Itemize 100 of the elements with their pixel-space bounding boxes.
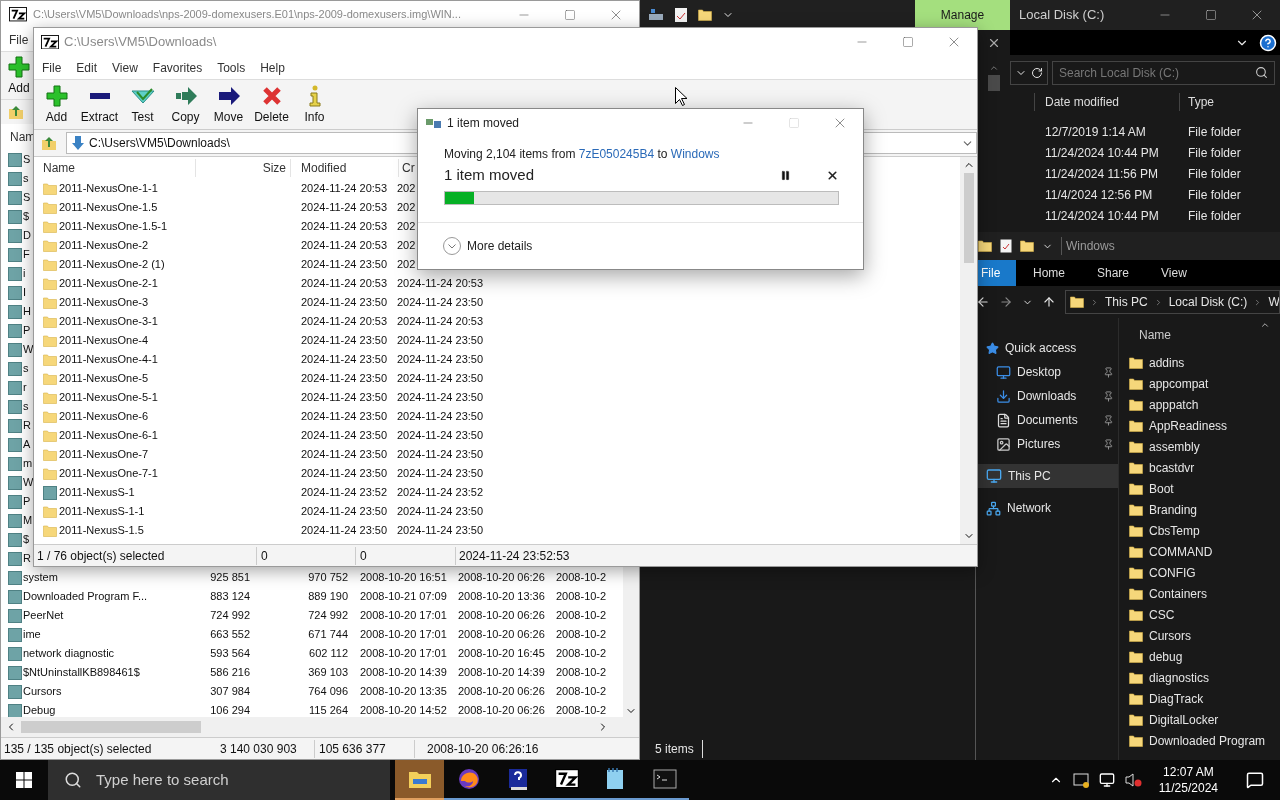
folder-name[interactable]: CbsTemp [1149, 521, 1200, 540]
source-link[interactable]: 7zE050245B4 [578, 147, 655, 161]
file-name[interactable]: 2011-NexusOne-1.5-1 [59, 220, 168, 233]
folder-name[interactable]: assembly [1149, 437, 1200, 456]
file-name[interactable]: 2011-NexusS-1-1 [59, 505, 145, 518]
folder-name[interactable]: debug [1149, 647, 1183, 666]
folder-name[interactable]: COMMAND [1149, 542, 1213, 561]
table-cell-text: 2008-10-21 07:09 [359, 589, 448, 605]
file-name[interactable]: 2011-NexusOne-6 [59, 410, 149, 423]
folder-name[interactable]: Boot [1149, 479, 1174, 498]
folder-name[interactable]: Branding [1149, 500, 1198, 519]
window-title: Windows [1061, 237, 1115, 255]
file-name[interactable]: 2011-NexusOne-3 [59, 296, 149, 309]
file-name[interactable]: 2011-NexusS-1 [59, 486, 135, 499]
folder-name[interactable]: DiagTrack [1149, 689, 1204, 708]
menu-item[interactable]: File [41, 58, 63, 77]
table-cell-text: File folder [1187, 186, 1241, 204]
table-cell-text: 2024-11-24 23:50 [397, 333, 484, 349]
table-cell-text: 2024-11-24 23:50 [397, 523, 484, 539]
window-title: C:\Users\VM5\Downloads\nps-2009-domexusers.E01\nps-2009-domexusers.img\WIN... [33, 7, 461, 23]
ribbon-tab[interactable]: Home [1033, 260, 1065, 286]
breadcrumb-item[interactable]: W [1268, 293, 1279, 311]
nav-item[interactable]: Documents [976, 408, 1118, 432]
nav-item[interactable]: Pictures [976, 432, 1118, 456]
breadcrumb-item[interactable]: Local Disk (C:) [1168, 293, 1248, 311]
file-name[interactable]: 2011-NexusOne-5 [59, 372, 149, 385]
nav-item[interactable]: Quick access [976, 336, 1118, 360]
toolbar-button[interactable]: Test [121, 83, 164, 126]
folder-name[interactable]: diagnostics [1149, 668, 1210, 687]
table-cell-text: 2008-10-20 16:45 [458, 646, 546, 662]
folder-name[interactable]: AppReadiness [1149, 416, 1228, 435]
ribbon-tab[interactable]: Share [1097, 260, 1130, 286]
folder-name[interactable]: appcompat [1149, 374, 1209, 393]
toolbar-button[interactable]: Info [293, 83, 336, 126]
table-cell-text: 2008-10-20 06:26 [458, 627, 546, 643]
search-field[interactable]: Search Local Disk (C:) [1052, 60, 1275, 85]
column-header[interactable]: Cr [399, 159, 415, 177]
nav-item[interactable]: Downloads [976, 384, 1118, 408]
menu-item[interactable]: Tools [216, 58, 247, 77]
column-header[interactable]: Date modified [1045, 95, 1120, 109]
file-name[interactable]: 2011-NexusOne-1-1 [59, 182, 158, 195]
file-name[interactable]: 2011-NexusOne-4-1 [59, 353, 158, 366]
table-cell-text: D [23, 228, 31, 244]
nav-item[interactable]: Network [976, 496, 1118, 520]
file-name[interactable]: 2011-NexusOne-2 [59, 239, 149, 252]
table-cell-text: 202 [397, 219, 416, 235]
status-text: 5 items [655, 740, 703, 758]
toolbar-button[interactable]: Add [35, 83, 78, 126]
menu-item[interactable]: Help [259, 58, 286, 77]
folder-name[interactable]: bcastdvr [1149, 458, 1195, 477]
menu-item[interactable]: Favorites [151, 58, 204, 77]
menu-item[interactable]: File [9, 30, 29, 49]
folder-name[interactable]: CONFIG [1149, 563, 1196, 582]
column-header[interactable]: Size [196, 159, 291, 177]
table-cell-text: 970 752 [307, 570, 348, 586]
toolbar-button[interactable]: Move [207, 83, 250, 126]
column-header[interactable]: Name [34, 159, 196, 177]
ribbon-tab[interactable]: File [976, 260, 1016, 286]
file-name[interactable]: 2011-NexusOne-2-1 [59, 277, 158, 290]
file-name[interactable]: 2011-NexusOne-5-1 [59, 391, 158, 404]
nav-item[interactable]: Desktop [976, 360, 1118, 384]
file-name[interactable]: 2011-NexusS-1.5 [59, 524, 144, 537]
file-name[interactable]: 2011-NexusOne-2 (1) [59, 258, 165, 271]
address-bar[interactable]: This PC Local Disk (C:) W [1065, 290, 1280, 314]
menu-item[interactable]: View [111, 58, 139, 77]
table-cell: 11/24/2024 10:44 PM [1045, 208, 1159, 223]
breadcrumb-item[interactable]: This PC [1105, 293, 1148, 311]
folder-name[interactable]: DigitalLocker [1149, 710, 1219, 729]
toolbar-button[interactable]: Extract [78, 83, 121, 126]
table-cell: 2024-11-24 23:50 [301, 391, 388, 404]
folder-name[interactable]: Containers [1149, 584, 1208, 603]
toolbar-button[interactable]: Copy [164, 83, 207, 126]
toolbar-button[interactable]: Add [5, 54, 33, 97]
file-name[interactable]: 2011-NexusOne-3-1 [59, 315, 158, 328]
folder-name[interactable]: apppatch [1149, 395, 1199, 414]
file-name[interactable]: 2011-NexusOne-1.5 [59, 201, 158, 214]
column-header[interactable]: Type [1188, 95, 1214, 109]
table-cell: 2024-11-24 20:53 [301, 182, 388, 195]
column-header[interactable]: Modified [291, 159, 399, 177]
folder-name[interactable]: CSC [1149, 605, 1175, 624]
table-cell-text: 2008-10-20 06:26 [458, 703, 546, 717]
more-details-button[interactable]: More details [443, 237, 533, 255]
clock[interactable]: 12:07 AM 11/25/2024 [1152, 764, 1224, 796]
file-name[interactable]: 2011-NexusOne-4 [59, 334, 149, 347]
destination-link[interactable]: Windows [670, 147, 720, 161]
toolbar-button[interactable]: Delete [250, 83, 293, 126]
folder-name[interactable]: Downloaded Program [1149, 731, 1266, 750]
table-cell-text: $ [23, 209, 30, 225]
ribbon-tab[interactable]: View [1161, 260, 1187, 286]
file-name[interactable]: 2011-NexusOne-7 [59, 448, 149, 461]
file-name[interactable]: 2011-NexusOne-6-1 [59, 429, 158, 442]
context-tab[interactable]: Manage [915, 0, 1010, 30]
nav-item[interactable]: This PC [976, 464, 1118, 488]
menu-item[interactable]: Edit [75, 58, 99, 77]
folder-name[interactable]: addins [1149, 353, 1185, 372]
column-header[interactable]: Name [1129, 326, 1171, 346]
folder-name[interactable]: Cursors [1149, 626, 1191, 645]
table-cell-text: 671 744 [307, 627, 348, 643]
file-name[interactable]: 2011-NexusOne-7-1 [59, 467, 158, 480]
search-field[interactable]: Type here to search [48, 760, 390, 800]
